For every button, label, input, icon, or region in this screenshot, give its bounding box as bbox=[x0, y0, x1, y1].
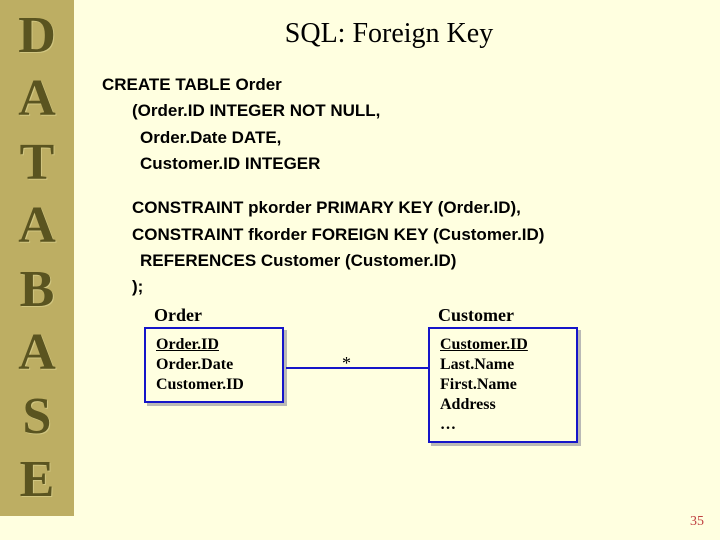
sql-code-block: CREATE TABLE Order (Order.ID INTEGER NOT… bbox=[102, 72, 696, 301]
sql-line: (Order.ID INTEGER NOT NULL, bbox=[102, 98, 696, 124]
sidebar-letter: D bbox=[18, 10, 56, 62]
slide-content: SQL: Foreign Key CREATE TABLE Order (Ord… bbox=[74, 0, 720, 516]
cardinality-star: * bbox=[342, 353, 351, 374]
table-label-order: Order bbox=[154, 305, 202, 326]
sidebar-letter: A bbox=[18, 327, 56, 379]
sql-line: Customer.ID INTEGER bbox=[102, 151, 696, 177]
page-number: 35 bbox=[690, 514, 704, 530]
sidebar-letter: B bbox=[20, 264, 55, 316]
table-field: First.Name bbox=[440, 375, 566, 395]
sidebar-letter: T bbox=[20, 137, 55, 189]
table-field: Last.Name bbox=[440, 355, 566, 375]
table-field: Address bbox=[440, 395, 566, 415]
slide-title: SQL: Foreign Key bbox=[82, 18, 696, 50]
sidebar-letter: S bbox=[23, 391, 52, 443]
sql-line: CONSTRAINT fkorder FOREIGN KEY (Customer… bbox=[102, 222, 696, 248]
table-box-customer: Customer.ID Last.Name First.Name Address… bbox=[428, 327, 578, 443]
sql-line: CONSTRAINT pkorder PRIMARY KEY (Order.ID… bbox=[102, 195, 696, 221]
sql-line: Order.Date DATE, bbox=[102, 125, 696, 151]
sidebar-letter: E bbox=[20, 454, 55, 506]
sql-line: REFERENCES Customer (Customer.ID) bbox=[102, 248, 696, 274]
table-field: Order.Date bbox=[156, 355, 272, 375]
sql-line: ); bbox=[102, 274, 696, 300]
table-field: … bbox=[440, 415, 566, 435]
sidebar-letter: A bbox=[18, 73, 56, 125]
sql-line: CREATE TABLE Order bbox=[102, 72, 696, 98]
table-field-pk: Order.ID bbox=[156, 335, 272, 355]
table-label-customer: Customer bbox=[438, 305, 514, 326]
relationship-line bbox=[286, 367, 428, 369]
sidebar-letter: A bbox=[18, 200, 56, 252]
table-field-pk: Customer.ID bbox=[440, 335, 566, 355]
table-box-order: Order.ID Order.Date Customer.ID bbox=[144, 327, 284, 403]
er-diagram: Order Order.ID Order.Date Customer.ID Cu… bbox=[132, 309, 696, 459]
table-field: Customer.ID bbox=[156, 375, 272, 395]
sidebar-database-letters: D A T A B A S E bbox=[0, 0, 74, 516]
